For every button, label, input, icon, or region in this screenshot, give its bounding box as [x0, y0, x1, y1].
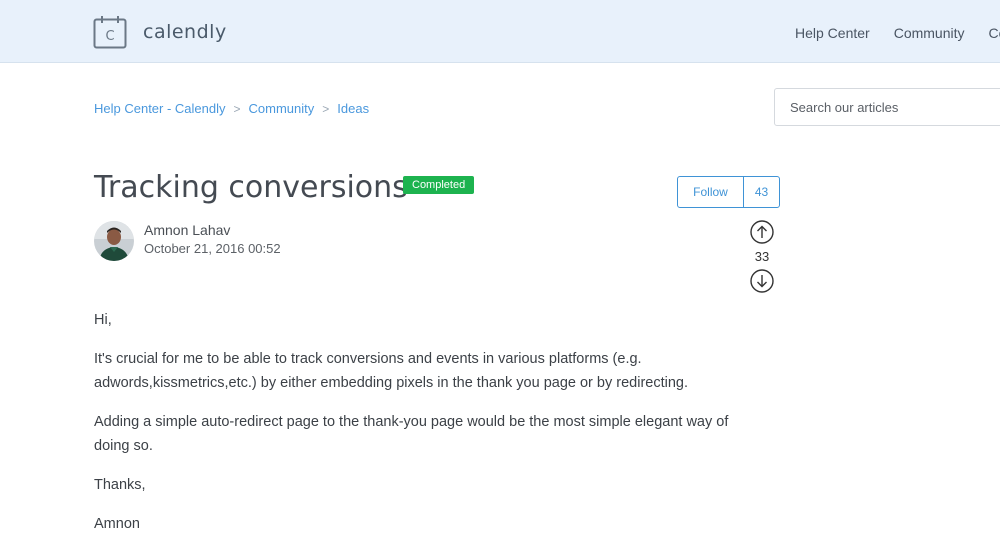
- follow-count: 43: [754, 185, 769, 199]
- status-badge: Completed: [403, 176, 475, 194]
- page-title: Tracking conversions: [94, 170, 408, 205]
- post-body: Hi, It's crucial for me to be able to tr…: [94, 308, 744, 551]
- nav-help-center[interactable]: Help Center: [795, 25, 870, 41]
- breadcrumb-separator: >: [322, 101, 330, 116]
- upvote-button[interactable]: [750, 220, 774, 244]
- post-paragraph: It's crucial for me to be able to track …: [94, 351, 688, 391]
- breadcrumb: Help Center - Calendly > Community > Ide…: [94, 101, 369, 116]
- top-nav: Help Center Community Co: [795, 25, 1000, 41]
- post-date: October 21, 2016 00:52: [144, 241, 281, 256]
- logo[interactable]: C calendly: [93, 15, 227, 49]
- post-paragraph: Hi,: [94, 312, 112, 328]
- breadcrumb-ideas[interactable]: Ideas: [337, 101, 369, 116]
- nav-contact[interactable]: Co: [989, 25, 1000, 41]
- avatar[interactable]: [94, 221, 134, 261]
- nav-community[interactable]: Community: [894, 25, 965, 41]
- post-paragraph: Amnon: [94, 516, 140, 532]
- downvote-button[interactable]: [750, 269, 774, 293]
- breadcrumb-separator: >: [233, 101, 241, 116]
- top-header: C calendly Help Center Community Co: [0, 0, 1000, 63]
- breadcrumb-community[interactable]: Community: [249, 101, 315, 116]
- search-input[interactable]: [774, 88, 1000, 126]
- arrow-down-circle-icon: [750, 269, 774, 293]
- avatar-photo: [94, 221, 134, 261]
- logo-text: calendly: [143, 21, 227, 43]
- post-paragraph: Thanks,: [94, 477, 146, 493]
- arrow-up-circle-icon: [750, 220, 774, 244]
- post-paragraph: Adding a simple auto-redirect page to th…: [94, 414, 729, 454]
- author-name[interactable]: Amnon Lahav: [144, 222, 230, 238]
- breadcrumb-help-center[interactable]: Help Center - Calendly: [94, 101, 226, 116]
- follow-label: Follow: [678, 177, 744, 207]
- follow-button[interactable]: Follow 43: [677, 176, 780, 208]
- vote-count: 33: [754, 249, 770, 264]
- calendar-logo-icon: C: [93, 15, 127, 49]
- svg-text:C: C: [105, 29, 114, 44]
